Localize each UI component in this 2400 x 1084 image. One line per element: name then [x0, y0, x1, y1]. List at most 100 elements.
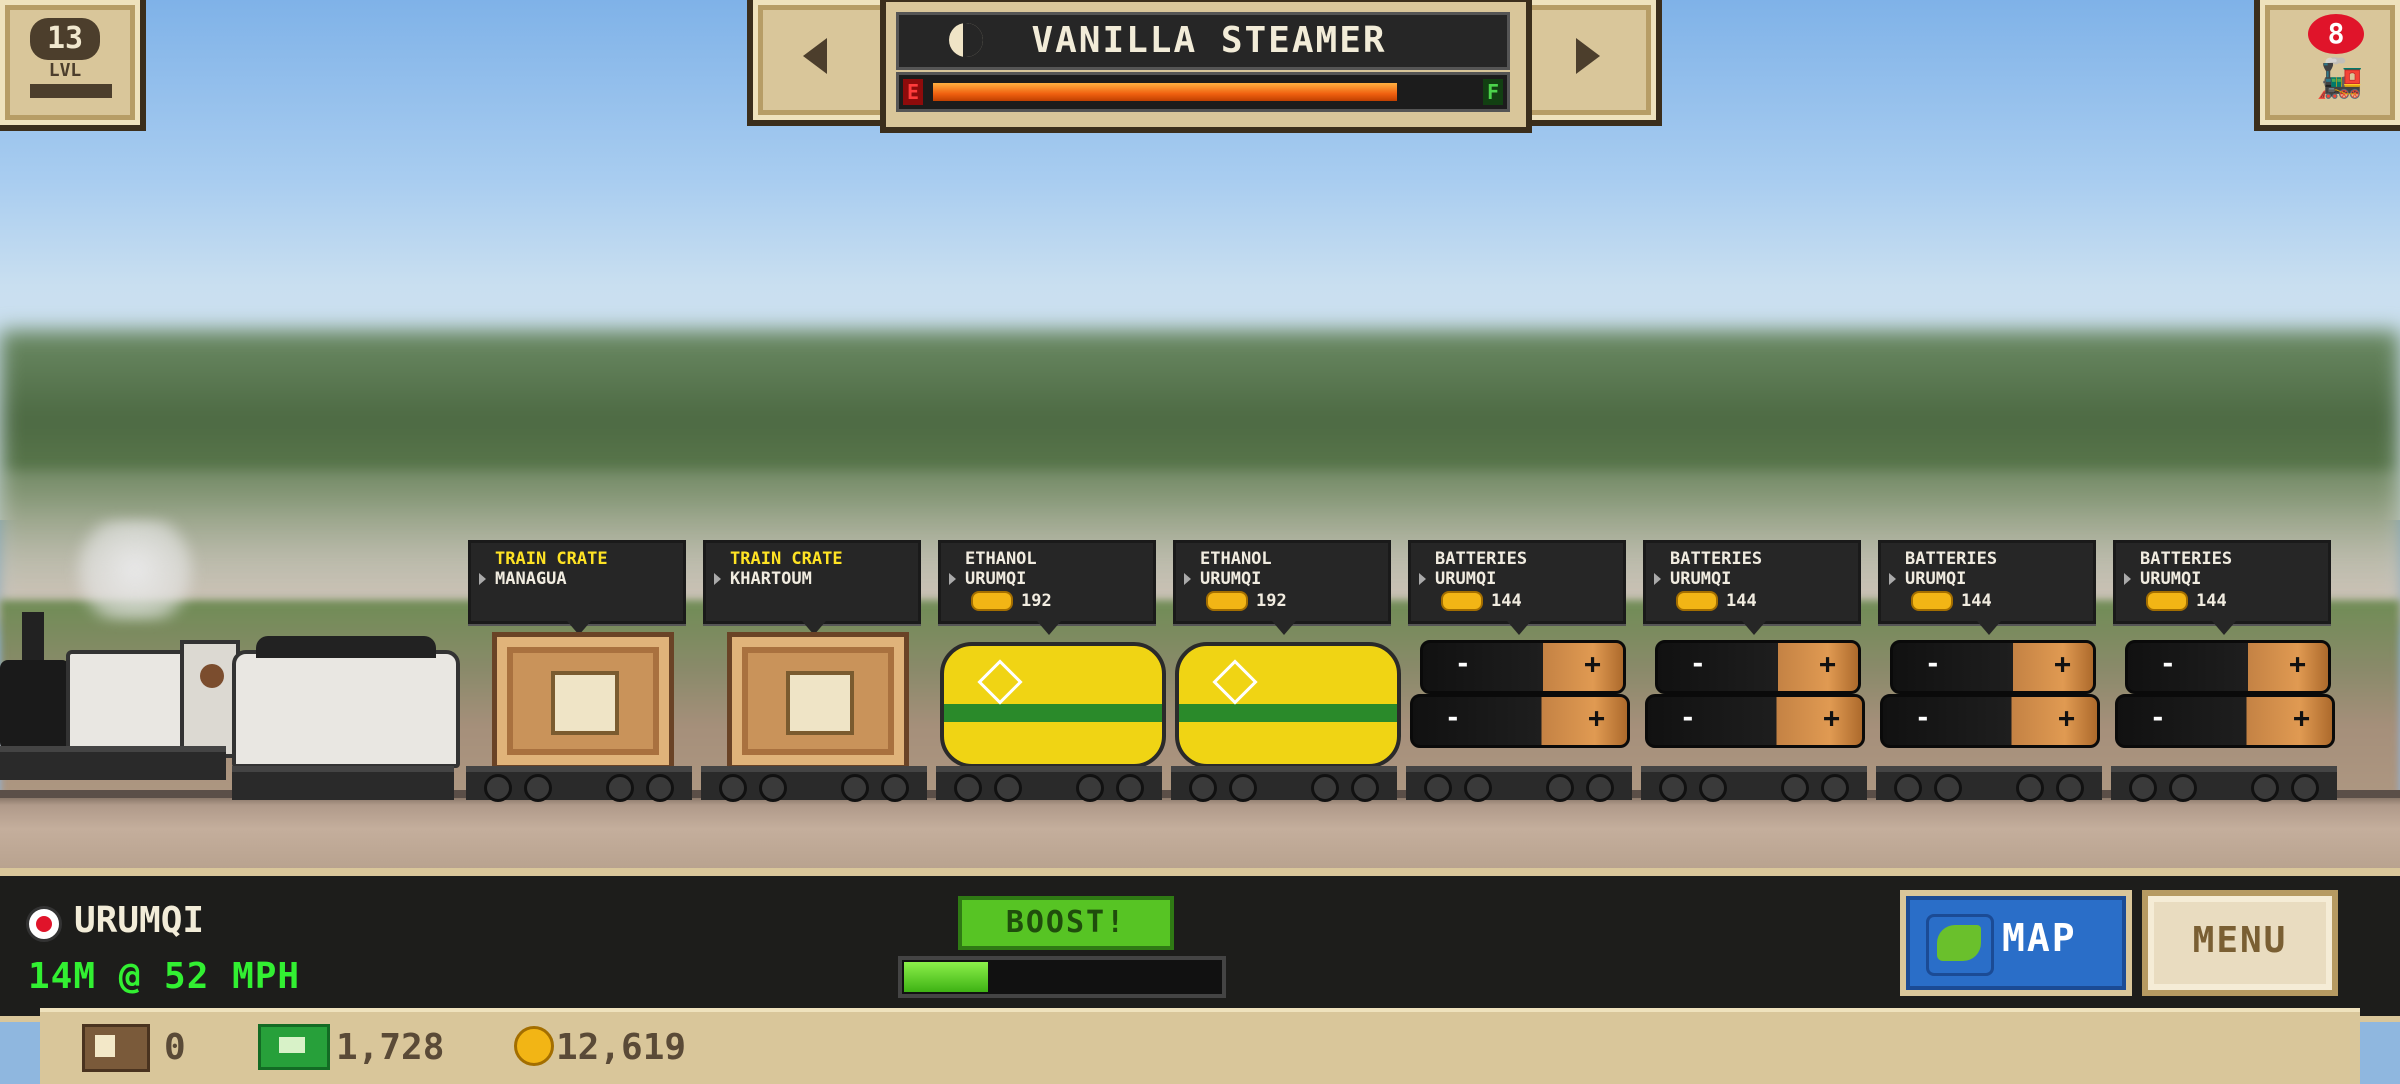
- wheel: [2291, 774, 2319, 802]
- cargo-tag[interactable]: ETHANOL URUMQI 192: [1173, 540, 1391, 635]
- cargo-name: BATTERIES: [2140, 549, 2233, 569]
- cargo-payout: 144: [1441, 591, 1522, 611]
- destination-arrow-icon: [1184, 573, 1191, 585]
- cargo-car-tank[interactable]: ETHANOL URUMQI 192: [1171, 540, 1401, 802]
- hazard-diamond-icon: [977, 659, 1023, 705]
- cargo-payout: 144: [2146, 591, 2227, 611]
- wheel: [646, 774, 674, 802]
- loco-boiler: [66, 650, 194, 758]
- wheel: [2169, 774, 2197, 802]
- map-button[interactable]: MAP: [1900, 890, 2132, 996]
- cargo-car-tank[interactable]: ETHANOL URUMQI 192: [936, 540, 1166, 802]
- steam-cloud: [60, 520, 210, 620]
- car-wheels: [1641, 766, 1867, 802]
- battery-bottom: [1880, 694, 2100, 748]
- battery-top: [2125, 640, 2331, 694]
- fuel-fill: [933, 83, 1397, 101]
- destination-arrow-icon: [1889, 573, 1896, 585]
- distance-speed-readout: 14M @ 52 MPH: [28, 956, 301, 997]
- wheel: [606, 774, 634, 802]
- cargo-car-battery[interactable]: BATTERIES URUMQI 144: [2111, 540, 2337, 802]
- fuel-gauge: E F: [896, 72, 1510, 112]
- cash-icon: [258, 1024, 330, 1070]
- wheel: [524, 774, 552, 802]
- cargo-car-crate[interactable]: TRAIN CRATE KHARTOUM: [701, 540, 927, 802]
- battery-bottom: [1410, 694, 1630, 748]
- cash-amount: 1,728: [336, 1027, 445, 1068]
- wheel: [1311, 774, 1339, 802]
- menu-button[interactable]: MENU: [2142, 890, 2338, 996]
- coins-icon: [1676, 591, 1718, 611]
- cargo-tag[interactable]: BATTERIES URUMQI 144: [1878, 540, 2096, 635]
- payout-value: 192: [1256, 591, 1287, 611]
- level-badge[interactable]: 13 LVL: [0, 0, 146, 131]
- cargo-car-battery[interactable]: BATTERIES URUMQI 144: [1641, 540, 1867, 802]
- payout-value: 144: [1491, 591, 1522, 611]
- hazard-diamond-icon: [1212, 659, 1258, 705]
- cargo-car-crate[interactable]: TRAIN CRATE MANAGUA: [466, 540, 692, 802]
- coal-tender[interactable]: [232, 636, 460, 768]
- wheel: [1586, 774, 1614, 802]
- car-wheels: [1876, 766, 2102, 802]
- arrow-right-icon: [1576, 38, 1600, 74]
- locomotive-icon: 🚂: [2316, 56, 2364, 100]
- cargo-tag[interactable]: TRAIN CRATE MANAGUA: [468, 540, 686, 635]
- notification-badge: 8: [2308, 14, 2364, 54]
- payout-value: 144: [2196, 591, 2227, 611]
- wheel: [2016, 774, 2044, 802]
- destination-arrow-icon: [714, 573, 721, 585]
- wheel: [1934, 774, 1962, 802]
- wheel: [759, 774, 787, 802]
- cargo-tag[interactable]: TRAIN CRATE KHARTOUM: [703, 540, 921, 635]
- wheel: [1189, 774, 1217, 802]
- cargo-tag[interactable]: ETHANOL URUMQI 192: [938, 540, 1156, 635]
- train-name-bar: VANILLA STEAMER: [896, 12, 1510, 70]
- fuel-empty-label: E: [903, 79, 923, 105]
- status-panel: URUMQI 14M @ 52 MPH BOOST! MAP MENU: [0, 868, 2400, 1022]
- cargo-car-battery[interactable]: BATTERIES URUMQI 144: [1406, 540, 1632, 802]
- wheel: [1659, 774, 1687, 802]
- destination-arrow-icon: [479, 573, 486, 585]
- cargo-name: TRAIN CRATE: [730, 549, 843, 569]
- arrow-left-icon: [803, 38, 827, 74]
- previous-train-button[interactable]: [747, 0, 899, 126]
- cargo-tag[interactable]: BATTERIES URUMQI 144: [1643, 540, 1861, 635]
- station-marker-icon: [26, 906, 62, 942]
- wheel: [1464, 774, 1492, 802]
- wheel: [881, 774, 909, 802]
- car-wheels: [466, 766, 692, 802]
- cargo-tag[interactable]: BATTERIES URUMQI 144: [2113, 540, 2331, 635]
- cargo-tag[interactable]: BATTERIES URUMQI 144: [1408, 540, 1626, 635]
- boost-meter-fill: [904, 962, 988, 992]
- battery-top: [1655, 640, 1861, 694]
- cargo-name: ETHANOL: [1200, 549, 1272, 569]
- destination-arrow-icon: [1419, 573, 1426, 585]
- cargo-car-battery[interactable]: BATTERIES URUMQI 144: [1876, 540, 2102, 802]
- car-wheels: [1171, 766, 1397, 802]
- trains-button[interactable]: 8 🚂: [2254, 0, 2400, 131]
- coin-amount: 12,619: [556, 1027, 687, 1068]
- wheel: [954, 774, 982, 802]
- wheel: [2251, 774, 2279, 802]
- train-consist[interactable]: TRAIN CRATE MANAGUA TRAIN CRATE KHARTOUM ETH…: [0, 520, 2400, 802]
- payout-value: 144: [1726, 591, 1757, 611]
- moon-icon: [949, 23, 983, 57]
- boost-meter: [898, 956, 1226, 998]
- crate-count: 0: [164, 1027, 186, 1068]
- battery-bottom: [2115, 694, 2335, 748]
- cargo-destination: URUMQI: [1670, 569, 1732, 589]
- cargo-payout: 192: [1206, 591, 1287, 611]
- train-emblem-icon: [786, 671, 854, 735]
- car-wheels: [936, 766, 1162, 802]
- cargo-destination: URUMQI: [1200, 569, 1262, 589]
- resources-bar: 0 1,728 12,619: [40, 1008, 2360, 1084]
- next-train-button[interactable]: [1510, 0, 1662, 126]
- loco-cab: [180, 640, 240, 758]
- steam-locomotive[interactable]: [0, 612, 240, 780]
- cargo-destination: URUMQI: [965, 569, 1027, 589]
- coins-icon: [1911, 591, 1953, 611]
- boost-button[interactable]: BOOST!: [958, 896, 1174, 950]
- coal-load: [256, 636, 436, 658]
- train-title-panel: VANILLA STEAMER E F: [880, 0, 1532, 133]
- coins-icon: [971, 591, 1013, 611]
